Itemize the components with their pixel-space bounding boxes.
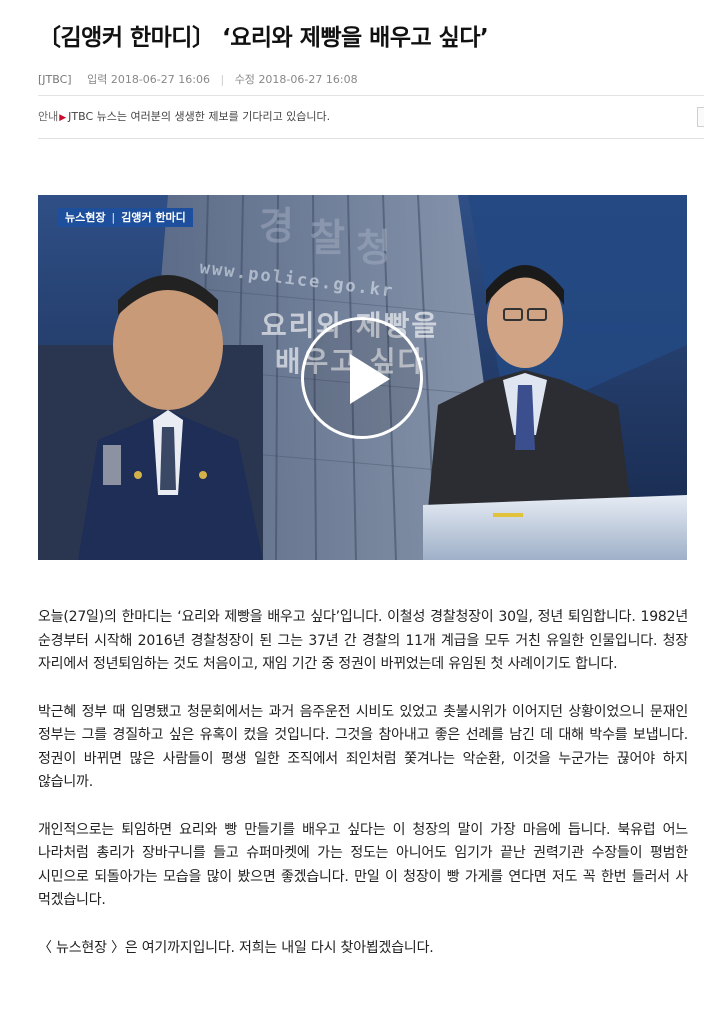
tip-notice[interactable]: 안내▶ JTBC 뉴스는 여러분의 생생한 제보를 기다리고 있습니다.	[38, 108, 330, 124]
program-badge: 뉴스현장 | 김앵커 한마디	[58, 208, 193, 227]
input-time: 2018-06-27 16:06	[110, 73, 210, 86]
input-label: 입력	[87, 73, 108, 86]
building-sign-char: 경	[259, 204, 294, 248]
article-meta: [JTBC] 입력 2018-06-27 16:06 | 수정 2018-06-…	[38, 71, 358, 87]
notice-divider	[38, 138, 704, 139]
article-paragraph: 박근혜 정부 때 임명됐고 청문회에서는 과거 음주운전 시비도 있었고 촛불시…	[38, 703, 688, 791]
building-sign-char: 청	[356, 226, 391, 270]
source-label: [JTBC]	[38, 73, 72, 86]
article-paragraph: 오늘(27일)의 한마디는 ‘요리와 제빵을 배우고 싶다’입니다. 이철성 경…	[38, 609, 688, 672]
side-panel-toggle[interactable]	[697, 107, 704, 127]
arrow-right-icon: ▶	[59, 113, 67, 123]
article-paragraph: 〈 뉴스현장 〉은 여기까지입니다. 저희는 내일 다시 찾아뵙겠습니다.	[38, 939, 434, 956]
play-icon	[350, 354, 390, 404]
video-player[interactable]: 경 찰 청 www.police.go.kr 뉴스현장 | 김앵커 한마디 요리…	[38, 195, 687, 560]
badge-program: 뉴스현장	[65, 211, 106, 224]
edit-time: 2018-06-27 16:08	[258, 73, 358, 86]
notice-text: JTBC 뉴스는 여러분의 생생한 제보를 기다리고 있습니다.	[68, 110, 331, 123]
badge-segment: 김앵커 한마디	[121, 211, 186, 224]
meta-divider: |	[220, 73, 225, 86]
play-button[interactable]	[301, 317, 423, 439]
edit-label: 수정	[234, 73, 255, 86]
article-body: 오늘(27일)의 한마디는 ‘요리와 제빵을 배우고 싶다’입니다. 이철성 경…	[38, 606, 688, 984]
article-paragraph: 개인적으로는 퇴임하면 요리와 빵 만들기를 배우고 싶다는 이 청장의 말이 …	[38, 821, 688, 909]
notice-label: 안내	[38, 110, 59, 123]
badge-divider: |	[111, 211, 116, 224]
header-divider	[38, 95, 704, 96]
article-title: 〔김앵커 한마디〕 ‘요리와 제빵을 배우고 싶다’	[38, 25, 489, 51]
building-sign-char: 찰	[310, 216, 345, 260]
